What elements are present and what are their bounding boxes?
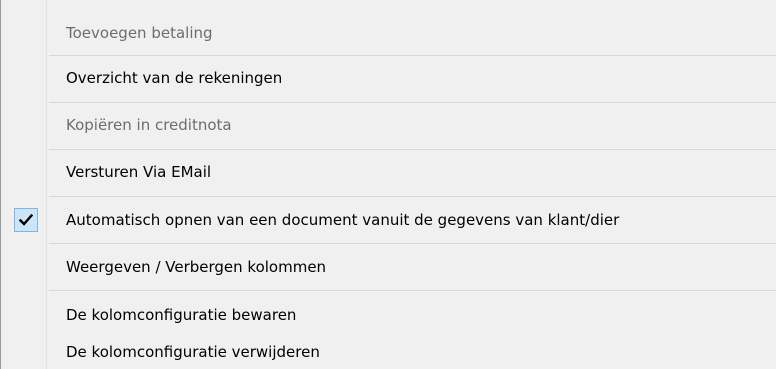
context-menu: Toevoegen betaling Overzicht van de reke… bbox=[0, 0, 776, 369]
checkmark-icon bbox=[19, 214, 33, 226]
menu-item-label: De kolomconfiguratie bewaren bbox=[66, 306, 297, 324]
menu-item-label: Weergeven / Verbergen kolommen bbox=[66, 258, 327, 276]
menu-item-label: Kopiëren in creditnota bbox=[66, 116, 232, 134]
menu-separator bbox=[49, 55, 776, 56]
menu-item-versturen-email[interactable]: Versturen Via EMail bbox=[1, 151, 776, 193]
menu-item-label: Toevoegen betaling bbox=[66, 24, 213, 42]
menu-item-label: De kolomconfiguratie verwijderen bbox=[66, 343, 320, 361]
menu-separator bbox=[49, 149, 776, 150]
menu-item-label: Versturen Via EMail bbox=[66, 163, 212, 181]
menu-item-label: Overzicht van de rekeningen bbox=[66, 69, 283, 87]
menu-separator bbox=[49, 102, 776, 103]
menu-separator bbox=[49, 290, 776, 291]
menu-item-kolomconfiguratie-bewaren[interactable]: De kolomconfiguratie bewaren bbox=[1, 298, 776, 332]
menu-separator bbox=[49, 196, 776, 197]
menu-item-kolomconfiguratie-verwijderen[interactable]: De kolomconfiguratie verwijderen bbox=[1, 335, 776, 369]
menu-item-automatisch-openen[interactable]: Automatisch opnen van een document vanui… bbox=[1, 198, 776, 242]
menu-item-weergeven-verbergen-kolommen[interactable]: Weergeven / Verbergen kolommen bbox=[1, 245, 776, 289]
menu-item-toevoegen-betaling: Toevoegen betaling bbox=[1, 13, 776, 53]
menu-item-label: Automatisch opnen van een document vanui… bbox=[66, 211, 620, 229]
menu-item-overzicht-rekeningen[interactable]: Overzicht van de rekeningen bbox=[1, 57, 776, 99]
menu-separator bbox=[49, 243, 776, 244]
menu-item-kopieren-creditnota: Kopiëren in creditnota bbox=[1, 104, 776, 146]
checkmark-box bbox=[14, 208, 38, 232]
